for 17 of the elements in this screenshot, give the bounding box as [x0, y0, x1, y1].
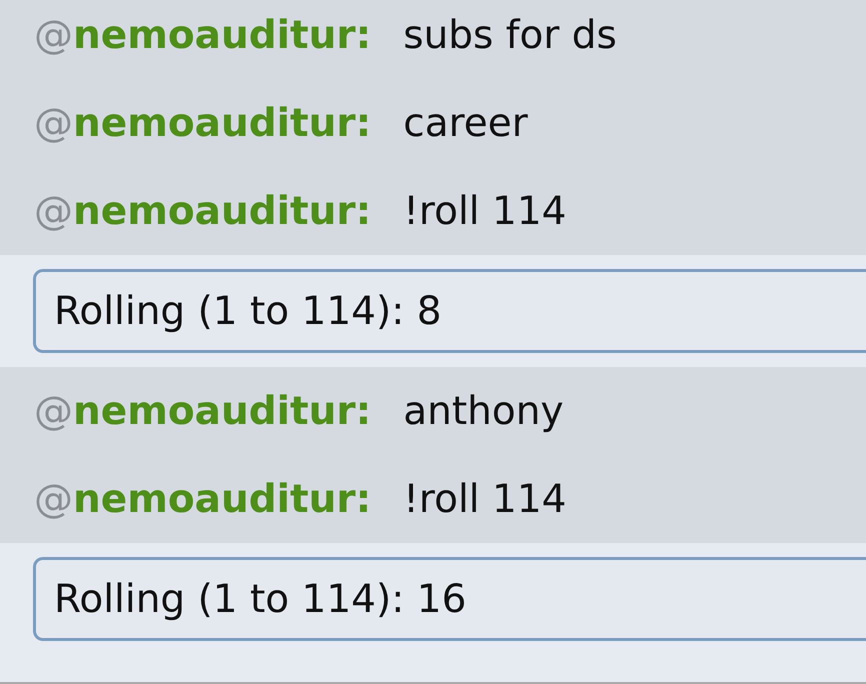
- roll-result: Rolling (1 to 114): 16: [33, 557, 866, 641]
- username[interactable]: nemoauditur:: [73, 188, 372, 234]
- username[interactable]: nemoauditur:: [73, 100, 372, 146]
- message-text: anthony: [403, 388, 564, 434]
- message-text: subs for ds: [403, 12, 617, 58]
- message-text: career: [403, 100, 528, 146]
- message-text: !roll 114: [403, 476, 566, 522]
- username[interactable]: nemoauditur:: [73, 12, 372, 58]
- roll-result: Rolling (1 to 114): 8: [33, 269, 866, 353]
- at-sign: @: [34, 476, 73, 522]
- username[interactable]: nemoauditur:: [73, 476, 372, 522]
- at-sign: @: [34, 100, 73, 146]
- message-text: !roll 114: [403, 188, 566, 234]
- username[interactable]: nemoauditur:: [73, 388, 372, 434]
- at-sign: @: [34, 188, 73, 234]
- at-sign: @: [34, 388, 73, 434]
- at-sign: @: [34, 12, 73, 58]
